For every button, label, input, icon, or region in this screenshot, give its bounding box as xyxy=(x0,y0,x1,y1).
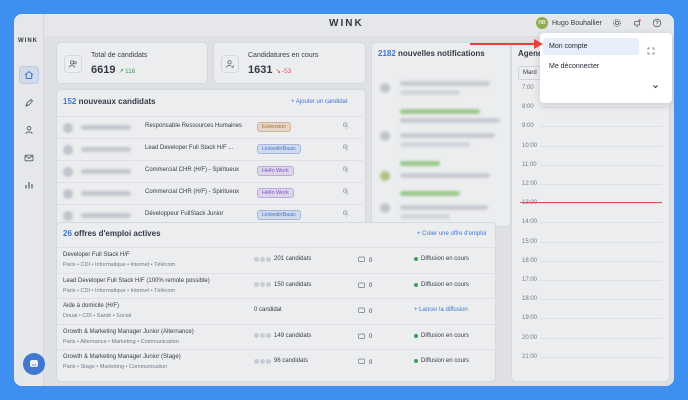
app-window: WINK WINK HB Hugo Bouhallier Total de ca… xyxy=(14,14,674,386)
annotation-arrow xyxy=(470,39,543,49)
